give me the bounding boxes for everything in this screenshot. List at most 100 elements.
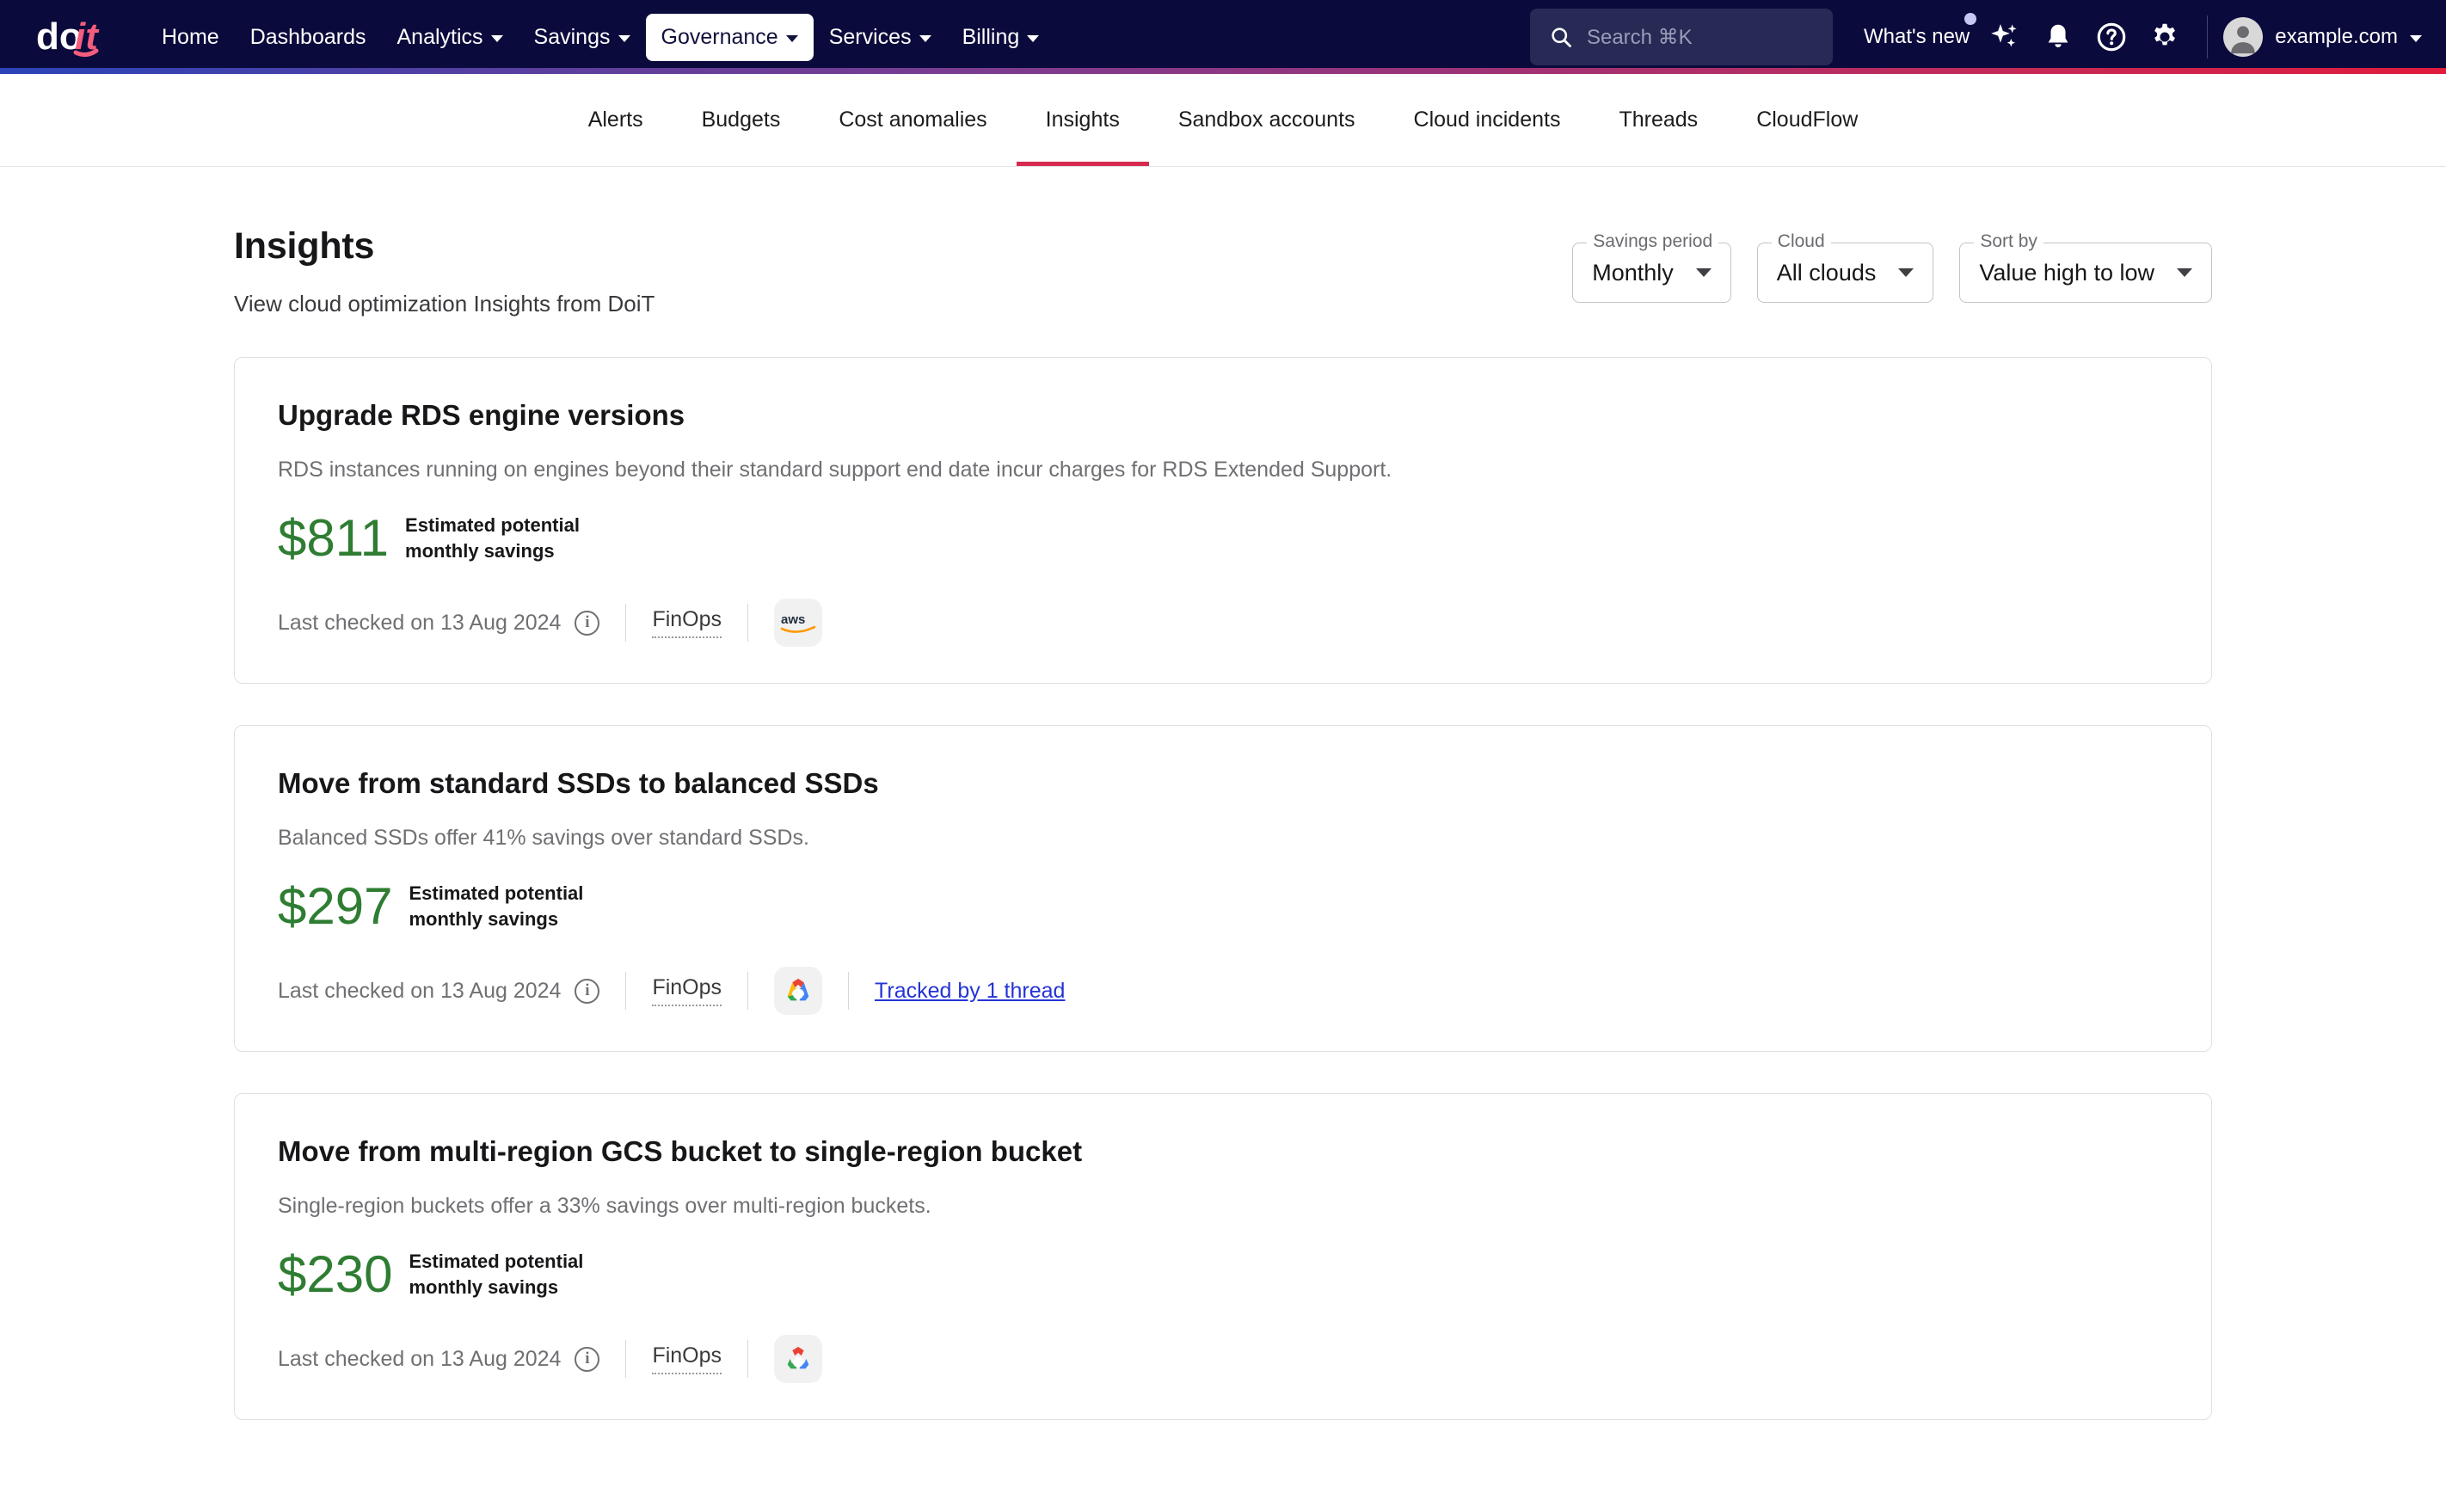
nav-item-services[interactable]: Services bbox=[814, 14, 947, 61]
tab-threads[interactable]: Threads bbox=[1589, 74, 1727, 166]
chevron-down-icon bbox=[1898, 268, 1914, 277]
nav-divider bbox=[2207, 15, 2209, 58]
nav-label: Governance bbox=[661, 24, 778, 49]
savings-period-select[interactable]: Savings period Monthly bbox=[1572, 232, 1731, 303]
insight-description: Balanced SSDs offer 41% savings over sta… bbox=[278, 826, 809, 850]
top-nav-right-cluster: Search ⌘K What's new example.com bbox=[1529, 9, 2422, 65]
insight-card[interactable]: Upgrade RDS engine versions RDS instance… bbox=[234, 357, 2212, 684]
whats-new-button[interactable]: What's new bbox=[1853, 13, 1978, 49]
help-circle-icon bbox=[2097, 22, 2126, 52]
primary-nav-links: Home Dashboards Analytics Savings Govern… bbox=[146, 13, 1055, 61]
search-input[interactable]: Search ⌘K bbox=[1529, 9, 1833, 65]
svg-text:aws: aws bbox=[781, 612, 805, 627]
savings-row: $811 Estimated potential monthly savings bbox=[278, 513, 2168, 564]
insight-title: Move from multi-region GCS bucket to sin… bbox=[278, 1135, 1083, 1167]
savings-caption: Estimated potential monthly savings bbox=[409, 1249, 583, 1300]
footer-divider bbox=[625, 604, 627, 642]
sort-by-legend: Sort by bbox=[1974, 232, 2043, 250]
nav-item-billing[interactable]: Billing bbox=[947, 14, 1055, 61]
nav-item-analytics[interactable]: Analytics bbox=[382, 14, 519, 61]
tab-cloud-incidents[interactable]: Cloud incidents bbox=[1385, 74, 1590, 166]
info-icon[interactable]: i bbox=[575, 978, 600, 1004]
user-icon bbox=[2231, 26, 2256, 54]
notification-dot-icon bbox=[1964, 13, 1977, 25]
nav-item-savings[interactable]: Savings bbox=[519, 14, 646, 61]
whats-new-label: What's new bbox=[1863, 25, 1970, 48]
category-tag[interactable]: FinOps bbox=[652, 607, 722, 638]
tab-cloudflow[interactable]: CloudFlow bbox=[1727, 74, 1887, 166]
bell-icon bbox=[2048, 24, 2068, 47]
brand-gradient-bar bbox=[0, 68, 2446, 74]
help-button[interactable] bbox=[2085, 10, 2138, 64]
chevron-down-icon bbox=[785, 34, 798, 42]
gcp-cloud-badge bbox=[774, 1335, 823, 1383]
chevron-down-icon bbox=[2177, 268, 2192, 277]
chevron-down-icon bbox=[2410, 34, 2422, 42]
avatar bbox=[2223, 17, 2264, 57]
insight-title: Move from standard SSDs to balanced SSDs bbox=[278, 767, 879, 799]
insight-card-footer: Last checked on 13 Aug 2024 i FinOps bbox=[278, 967, 2168, 1051]
notifications-button[interactable] bbox=[2031, 10, 2085, 64]
tab-insights[interactable]: Insights bbox=[1016, 74, 1150, 166]
info-icon[interactable]: i bbox=[575, 1346, 600, 1372]
savings-amount: $811 bbox=[278, 509, 390, 567]
search-placeholder: Search ⌘K bbox=[1586, 25, 1693, 49]
ai-sparkle-button[interactable] bbox=[1978, 10, 2031, 64]
tab-label: Threads bbox=[1619, 108, 1699, 132]
tab-label: Cost anomalies bbox=[839, 108, 987, 132]
sparkles-icon bbox=[1991, 24, 2017, 47]
savings-amount: $230 bbox=[278, 1245, 393, 1303]
page-title: Insights bbox=[234, 225, 375, 267]
tab-budgets[interactable]: Budgets bbox=[673, 74, 810, 166]
savings-caption-line1: Estimated potential bbox=[409, 882, 584, 905]
aws-icon: aws bbox=[780, 612, 816, 633]
tracked-thread-link[interactable]: Tracked by 1 thread bbox=[875, 979, 1065, 1004]
tab-sandbox-accounts[interactable]: Sandbox accounts bbox=[1149, 74, 1385, 166]
savings-caption-line2: monthly savings bbox=[409, 1276, 559, 1298]
google-cloud-icon bbox=[787, 1346, 809, 1369]
cloud-value: All clouds bbox=[1776, 259, 1877, 286]
savings-caption: Estimated potential monthly savings bbox=[409, 881, 583, 931]
insight-cards-list: Upgrade RDS engine versions RDS instance… bbox=[234, 357, 2212, 1420]
nav-label: Analytics bbox=[396, 24, 483, 49]
last-checked-label: Last checked on 13 Aug 2024 bbox=[278, 978, 562, 1003]
chevron-down-icon bbox=[490, 34, 503, 42]
aws-cloud-badge: aws bbox=[774, 599, 823, 647]
search-icon bbox=[1552, 28, 1571, 47]
last-checked-label: Last checked on 13 Aug 2024 bbox=[278, 610, 562, 635]
page-header: Insights View cloud optimization Insight… bbox=[234, 167, 2212, 317]
last-checked-label: Last checked on 13 Aug 2024 bbox=[278, 1346, 562, 1371]
filters-toolbar: Savings period Monthly Cloud All clouds … bbox=[1572, 232, 2212, 303]
savings-amount: $297 bbox=[278, 877, 393, 935]
governance-subnav: Alerts Budgets Cost anomalies Insights S… bbox=[0, 74, 2446, 167]
cloud-select[interactable]: Cloud All clouds bbox=[1756, 232, 1934, 303]
gcp-cloud-badge bbox=[774, 967, 823, 1015]
tab-label: CloudFlow bbox=[1756, 108, 1859, 132]
settings-button[interactable] bbox=[2138, 10, 2191, 64]
insight-card-footer: Last checked on 13 Aug 2024 i FinOps bbox=[278, 1335, 2168, 1419]
savings-caption-line2: monthly savings bbox=[409, 908, 559, 930]
doit-logo[interactable]: do it bbox=[36, 15, 119, 59]
tab-alerts[interactable]: Alerts bbox=[559, 74, 673, 166]
chevron-down-icon bbox=[618, 34, 630, 42]
savings-period-value: Monthly bbox=[1592, 259, 1674, 286]
account-menu[interactable]: example.com bbox=[2223, 17, 2422, 57]
nav-item-dashboards[interactable]: Dashboards bbox=[235, 14, 382, 61]
footer-divider bbox=[747, 1340, 749, 1378]
category-tag[interactable]: FinOps bbox=[652, 975, 722, 1006]
insight-card[interactable]: Move from multi-region GCS bucket to sin… bbox=[234, 1093, 2212, 1420]
sort-by-select[interactable]: Sort by Value high to low bbox=[1959, 232, 2212, 303]
tab-cost-anomalies[interactable]: Cost anomalies bbox=[809, 74, 1016, 166]
info-icon[interactable]: i bbox=[575, 610, 600, 636]
nav-item-home[interactable]: Home bbox=[146, 14, 235, 61]
nav-item-governance[interactable]: Governance bbox=[645, 13, 814, 61]
insight-card-footer: Last checked on 13 Aug 2024 i FinOps aws bbox=[278, 599, 2168, 683]
savings-caption-line1: Estimated potential bbox=[405, 514, 580, 537]
page-subtitle: View cloud optimization Insights from Do… bbox=[234, 291, 655, 317]
top-navigation-bar: do it Home Dashboards Analytics Savings … bbox=[0, 0, 2446, 74]
nav-label: Services bbox=[828, 24, 912, 49]
category-tag[interactable]: FinOps bbox=[652, 1343, 722, 1374]
nav-label: Dashboards bbox=[249, 24, 366, 49]
insight-card[interactable]: Move from standard SSDs to balanced SSDs… bbox=[234, 725, 2212, 1052]
insights-page: Insights View cloud optimization Insight… bbox=[0, 167, 2446, 1420]
